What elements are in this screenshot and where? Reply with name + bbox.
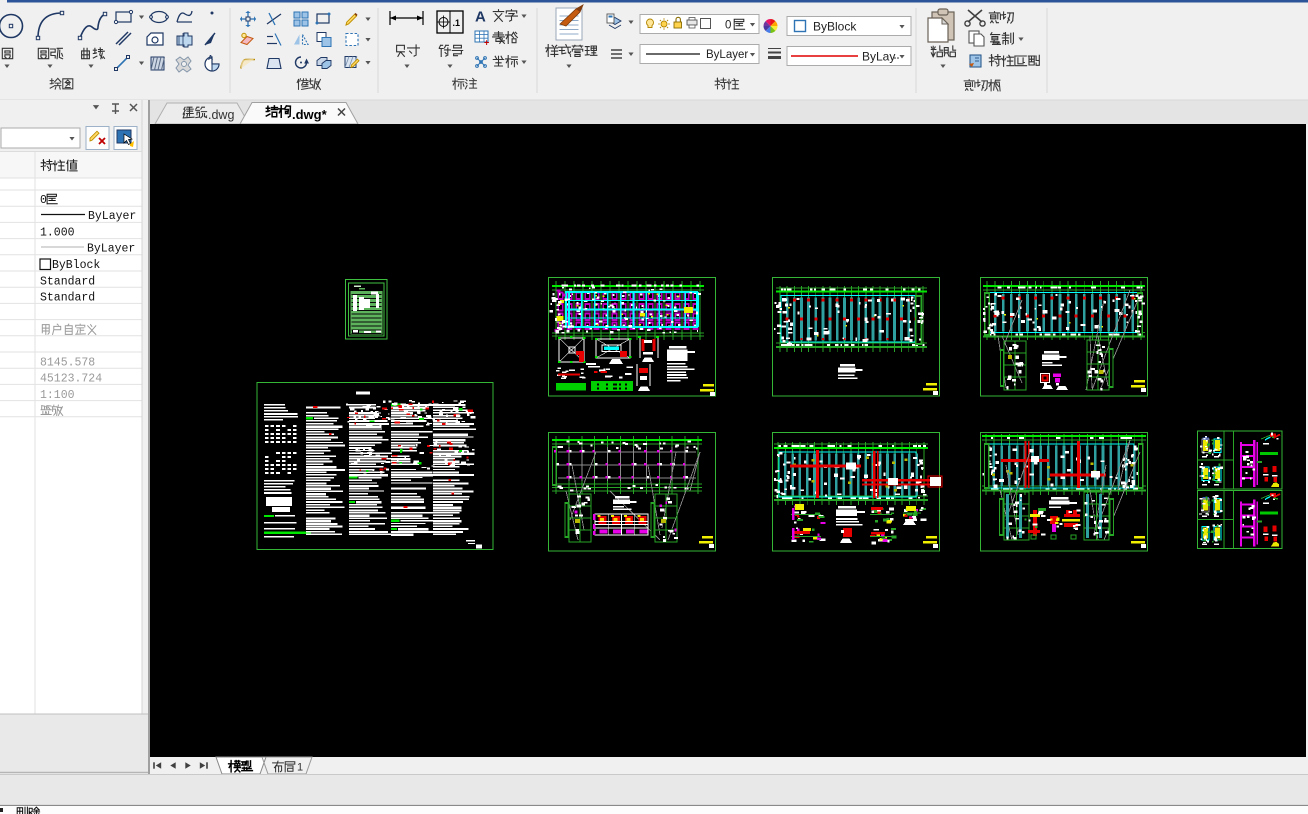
svg-text:0: 0 <box>725 20 731 32</box>
svg-text:ByBlock: ByBlock <box>813 20 857 34</box>
svg-text:45123.724: 45123.724 <box>40 373 102 386</box>
svg-text:ByLay: ByLay <box>862 50 895 64</box>
svg-text:A: A <box>208 55 213 62</box>
svg-text:ByLayer: ByLayer <box>706 49 748 61</box>
svg-text:ByLayer: ByLayer <box>87 243 135 256</box>
svg-text:.dwg: .dwg <box>208 108 234 122</box>
svg-text:+: + <box>484 38 489 48</box>
svg-text:.dwg*: .dwg* <box>292 107 328 122</box>
svg-text:1:100: 1:100 <box>40 389 75 402</box>
svg-text:8145.578: 8145.578 <box>40 357 95 370</box>
svg-text:ByBlock: ByBlock <box>52 259 100 272</box>
svg-text:0: 0 <box>40 194 47 207</box>
svg-text:Standard: Standard <box>40 292 95 305</box>
svg-text:.1: .1 <box>453 18 461 28</box>
svg-text:ByLayer: ByLayer <box>88 210 136 223</box>
svg-text:Standard: Standard <box>40 275 95 288</box>
svg-text:A: A <box>475 9 486 26</box>
svg-text:1: 1 <box>297 762 303 774</box>
svg-text:1.000: 1.000 <box>40 227 75 240</box>
